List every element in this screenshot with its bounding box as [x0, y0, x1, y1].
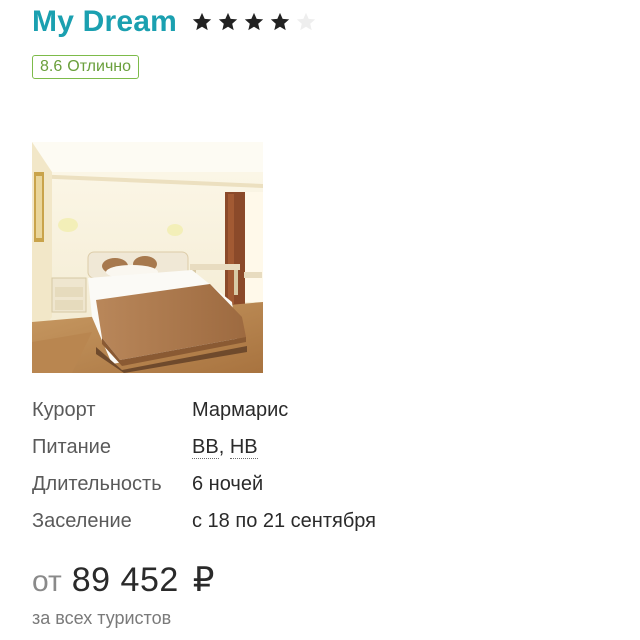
star-icon [192, 12, 212, 31]
star-rating [191, 11, 317, 33]
star-icon [244, 12, 264, 31]
meal-separator: , [218, 436, 230, 458]
resort-row: Курорт Мармарис [32, 392, 612, 429]
meals-value: BB, HB [192, 436, 258, 459]
checkin-row: Заселение с 18 по 21 сентября [32, 503, 612, 540]
resort-label: Курорт [32, 399, 96, 421]
price-amount: 89 452 [71, 561, 179, 599]
rating-score: 8.6 [40, 58, 63, 75]
hotel-photo[interactable] [32, 142, 263, 373]
price-prefix: от [32, 565, 62, 598]
star-icon [218, 12, 238, 31]
checkin-label: Заселение [32, 510, 132, 532]
duration-value: 6 ночей [192, 473, 264, 495]
price-currency: ₽ [192, 561, 215, 599]
hotel-name[interactable]: My Dream [32, 5, 177, 39]
duration-label: Длительность [32, 473, 162, 495]
rating-label: Отлично [67, 58, 132, 75]
checkin-value: с 18 по 21 сентября [192, 510, 377, 532]
price-note: за всех туристов [32, 608, 172, 628]
meals-row: Питание BB, HB [32, 429, 612, 466]
star-empty-icon [296, 12, 316, 31]
hotel-header: My Dream [32, 2, 317, 42]
hotel-room-photo-icon [32, 142, 263, 373]
rating-badge: 8.6 Отлично [32, 55, 140, 79]
star-icon [270, 12, 290, 31]
tour-details: Курорт Мармарис Питание BB, HB Длительно… [32, 392, 612, 540]
duration-row: Длительность 6 ночей [32, 466, 612, 503]
meals-label: Питание [32, 436, 111, 458]
hotel-card: My Dream 8.6 Отлично Курорт Мармарис Пит… [0, 0, 640, 640]
meal-option-hb[interactable]: HB [229, 436, 258, 459]
meal-option-bb[interactable]: BB [192, 436, 219, 459]
resort-value: Мармарис [192, 399, 289, 421]
price: от 89 452 ₽ [32, 560, 214, 600]
